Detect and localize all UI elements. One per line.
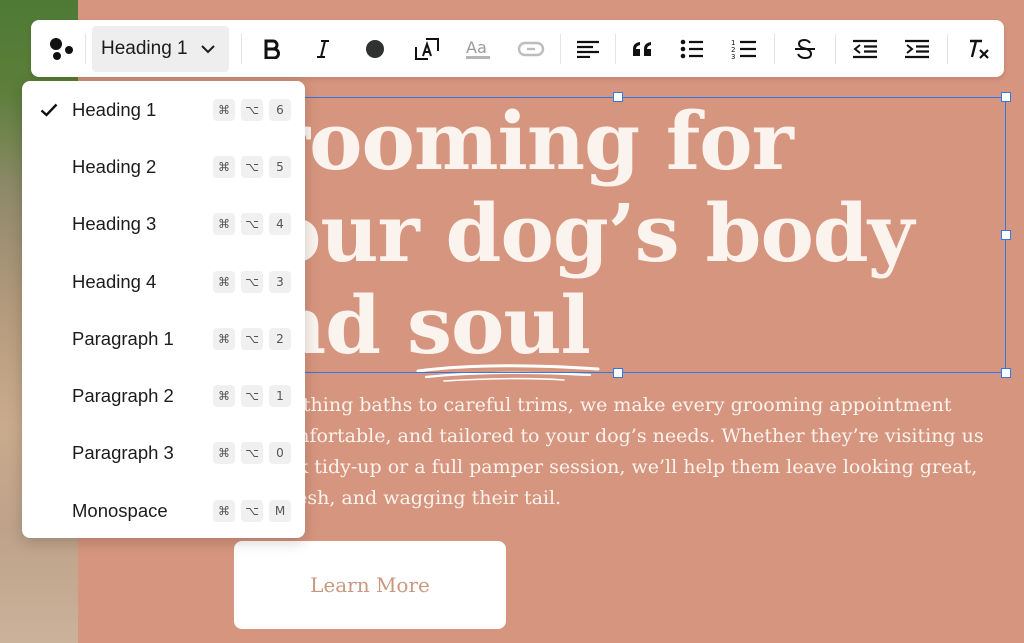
- shortcut-key: ⌥: [241, 385, 263, 408]
- shortcut-key: ⌘: [213, 499, 235, 522]
- shortcut-key: ⌥: [241, 155, 263, 178]
- text-style-select[interactable]: Heading 1: [92, 25, 229, 72]
- text-style-icon[interactable]: Aa: [453, 26, 505, 72]
- link-icon[interactable]: [505, 26, 557, 72]
- keyboard-shortcut: ⌘ ⌥ 3: [213, 270, 291, 293]
- chevron-down-icon: [200, 44, 215, 53]
- text-color-icon[interactable]: [349, 26, 401, 72]
- toolbar-divider: [834, 33, 836, 64]
- shortcut-key: ⌥: [241, 499, 263, 522]
- shortcut-key: 3: [269, 270, 291, 293]
- body-line: ick tidy-up or a full pamper session, we…: [280, 456, 978, 478]
- shortcut-key: ⌥: [241, 98, 263, 121]
- svg-text:3: 3: [731, 53, 735, 60]
- resize-handle-top-right[interactable]: [1001, 92, 1011, 102]
- body-paragraph[interactable]: oothing baths to careful trims, we make …: [280, 390, 1010, 514]
- numbered-list-icon[interactable]: 123: [718, 26, 770, 72]
- text-style-select-value: Heading 1: [101, 37, 188, 59]
- resize-handle-bottom-center[interactable]: [613, 368, 623, 378]
- menu-item[interactable]: Heading 1 ⌘ ⌥ 6: [22, 81, 305, 138]
- menu-item-label: Paragraph 2: [72, 385, 174, 407]
- toolbar-divider: [85, 33, 86, 64]
- bold-icon[interactable]: [246, 26, 298, 72]
- menu-item-label: Monospace: [72, 499, 168, 521]
- text-format-toolbar: Heading 1 Aa 123: [31, 20, 1004, 77]
- shortcut-key: ⌘: [213, 270, 235, 293]
- shortcut-key: ⌘: [213, 327, 235, 350]
- body-line: omfortable, and tailored to your dog’s n…: [280, 425, 984, 447]
- learn-more-button[interactable]: Learn More: [234, 541, 506, 629]
- headline-line: rooming for: [268, 94, 794, 188]
- headline-line: nd soul: [268, 278, 591, 372]
- shortcut-key: ⌥: [241, 270, 263, 293]
- shortcut-key: ⌘: [213, 385, 235, 408]
- shortcut-key: ⌘: [213, 155, 235, 178]
- strikethrough-icon[interactable]: [779, 26, 831, 72]
- menu-item-label: Heading 4: [72, 270, 157, 292]
- blockquote-icon[interactable]: [620, 26, 666, 72]
- outdent-icon[interactable]: [840, 26, 892, 72]
- checkmark-icon: [22, 103, 72, 117]
- body-line: fresh, and wagging their tail.: [280, 487, 562, 509]
- menu-item[interactable]: Heading 2 ⌘ ⌥ 5: [22, 138, 305, 195]
- menu-item[interactable]: Monospace ⌘ ⌥ M: [22, 482, 305, 539]
- menu-item-label: Heading 1: [72, 98, 157, 120]
- resize-handle-middle-right[interactable]: [1001, 230, 1011, 240]
- page-headline[interactable]: rooming for our dog’s body nd soul: [268, 96, 1008, 372]
- shortcut-key: ⌘: [213, 442, 235, 465]
- menu-item[interactable]: Paragraph 2 ⌘ ⌥ 1: [22, 367, 305, 424]
- shortcut-key: M: [269, 499, 291, 522]
- clear-format-icon[interactable]: [952, 26, 1004, 72]
- menu-item-label: Heading 3: [72, 213, 157, 235]
- toolbar-divider: [947, 33, 949, 64]
- italic-icon[interactable]: [297, 26, 349, 72]
- shortcut-key: ⌥: [241, 213, 263, 236]
- shortcut-key: 2: [269, 327, 291, 350]
- keyboard-shortcut: ⌘ ⌥ 0: [213, 442, 291, 465]
- keyboard-shortcut: ⌘ ⌥ M: [213, 499, 291, 522]
- keyboard-shortcut: ⌘ ⌥ 6: [213, 98, 291, 121]
- align-left-icon[interactable]: [565, 26, 611, 72]
- shortcut-key: 0: [269, 442, 291, 465]
- shortcut-key: 4: [269, 213, 291, 236]
- keyboard-shortcut: ⌘ ⌥ 1: [213, 385, 291, 408]
- font-size-icon[interactable]: [401, 26, 453, 72]
- headline-line: our dog’s body: [268, 186, 914, 280]
- svg-text:Aa: Aa: [466, 38, 487, 57]
- keyboard-shortcut: ⌘ ⌥ 4: [213, 213, 291, 236]
- bullet-list-icon[interactable]: [666, 26, 718, 72]
- menu-item-label: Paragraph 3: [72, 442, 174, 464]
- keyboard-shortcut: ⌘ ⌥ 2: [213, 327, 291, 350]
- menu-item[interactable]: Heading 3 ⌘ ⌥ 4: [22, 196, 305, 253]
- menu-item[interactable]: Heading 4 ⌘ ⌥ 3: [22, 253, 305, 310]
- shortcut-key: ⌥: [241, 327, 263, 350]
- shortcut-key: ⌥: [241, 442, 263, 465]
- shortcut-key: ⌘: [213, 98, 235, 121]
- menu-item-label: Paragraph 1: [72, 327, 174, 349]
- toolbar-divider: [615, 33, 617, 64]
- logo-icon[interactable]: [41, 26, 81, 72]
- shortcut-key: 6: [269, 98, 291, 121]
- indent-icon[interactable]: [891, 26, 943, 72]
- resize-handle-top-center[interactable]: [613, 92, 623, 102]
- resize-handle-bottom-right[interactable]: [1001, 368, 1011, 378]
- toolbar-divider: [773, 33, 775, 64]
- menu-item[interactable]: Paragraph 3 ⌘ ⌥ 0: [22, 425, 305, 482]
- text-style-menu: Heading 1 ⌘ ⌥ 6 Heading 2 ⌘ ⌥ 5 Heading 3 ⌘ ⌥ 4 Head…: [22, 81, 305, 538]
- toolbar-divider: [240, 33, 242, 64]
- body-line: oothing baths to careful trims, we make …: [280, 394, 952, 416]
- handwritten-underline-icon: [416, 364, 600, 382]
- keyboard-shortcut: ⌘ ⌥ 5: [213, 155, 291, 178]
- shortcut-key: 5: [269, 155, 291, 178]
- toolbar-divider: [560, 33, 562, 64]
- shortcut-key: ⌘: [213, 213, 235, 236]
- menu-item[interactable]: Paragraph 1 ⌘ ⌥ 2: [22, 310, 305, 367]
- menu-item-label: Heading 2: [72, 155, 157, 177]
- shortcut-key: 1: [269, 385, 291, 408]
